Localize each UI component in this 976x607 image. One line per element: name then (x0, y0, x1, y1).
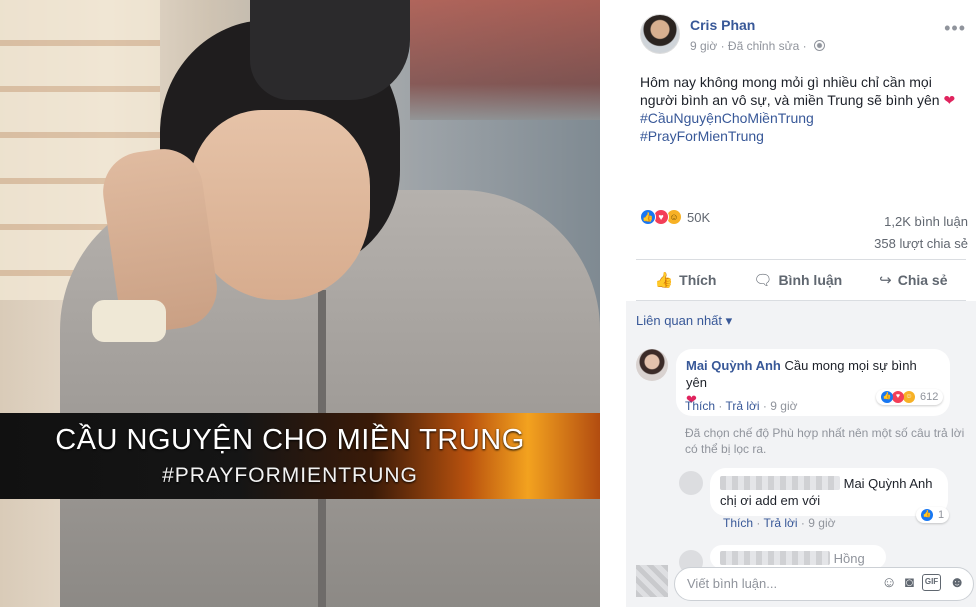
comment-input[interactable] (687, 576, 837, 591)
gif-icon[interactable]: GIF (921, 574, 942, 591)
mentioned-name[interactable]: Mai Quỳnh Anh (844, 476, 933, 491)
share-button[interactable]: ↪ Chia sẻ (879, 271, 947, 289)
reply-time[interactable]: 9 giờ (808, 516, 835, 530)
like-reaction-icon: 👍 (921, 509, 933, 521)
facebook-photo-viewer: CẦU NGUYỆN CHO MIỀN TRUNG #PRAYFORMIENTR… (0, 0, 976, 607)
speech-bubble-icon: 🗨 (753, 272, 773, 289)
sticker-icon[interactable]: ☻ (949, 574, 965, 591)
composer-icons: ☺ ◙ GIF ☻ (881, 574, 965, 591)
comment-composer: ☺ ◙ GIF ☻ (674, 567, 974, 601)
post-time[interactable]: 9 giờ (690, 39, 717, 53)
filter-notice: Đã chọn chế độ Phù hợp nhất nên một số c… (685, 426, 965, 456)
reply-actions: Thích · Trả lời · 9 giờ (723, 516, 836, 530)
post-meta: 9 giờ · Đã chỉnh sửa · (690, 39, 825, 53)
post-actions: 👍 Thích 🗨 Bình luận ↪ Chia sẻ (636, 262, 966, 298)
current-user-avatar-blurred (636, 565, 668, 597)
haha-reaction-icon: ☺ (903, 391, 915, 403)
like-label: Thích (679, 272, 717, 288)
comment-time[interactable]: 9 giờ (770, 399, 797, 413)
blurred-name (720, 551, 830, 565)
like-reaction-icon: 👍 (640, 209, 656, 225)
hashtag-link[interactable]: #CầuNguyệnChoMiềnTrung (640, 109, 970, 127)
reply-bubble-partial: Hồng (710, 545, 886, 569)
commenter-name[interactable]: Mai Quỳnh Anh (686, 358, 781, 373)
comment-label: Bình luận (778, 272, 843, 288)
comment-reply-link[interactable]: Trả lời (725, 399, 759, 413)
reply-reaction-pill[interactable]: 👍 1 (916, 507, 950, 523)
photo-person-watch (92, 300, 166, 342)
engagement-counts: 1,2K bình luận 358 lượt chia sẻ (874, 211, 968, 255)
reply-avatar-blurred[interactable] (679, 471, 703, 495)
hashtag-link[interactable]: #PrayForMienTrung (640, 127, 970, 145)
author-avatar[interactable] (640, 14, 680, 54)
post-side-panel: Cris Phan 9 giờ · Đã chỉnh sửa · ••• Hôm… (626, 0, 976, 607)
comment-sort-dropdown[interactable]: Liên quan nhất ▾ (636, 313, 732, 329)
sort-label: Liên quan nhất (636, 313, 723, 328)
comment-like-link[interactable]: Thích (685, 399, 715, 413)
comment-count[interactable]: 1,2K bình luận (874, 211, 968, 233)
camera-icon[interactable]: ◙ (905, 574, 914, 591)
share-count[interactable]: 358 lượt chia sẻ (874, 233, 968, 255)
smiley-icon[interactable]: ☺ (881, 574, 896, 591)
reply-reaction-count: 1 (938, 509, 945, 521)
thumbs-up-icon: 👍 (654, 272, 674, 289)
like-reaction-icon: 👍 (881, 391, 893, 403)
comment-reaction-count: 612 (920, 391, 939, 403)
post-photo[interactable]: CẦU NGUYỆN CHO MIỀN TRUNG #PRAYFORMIENTR… (0, 0, 600, 607)
reply-reply-link[interactable]: Trả lời (763, 516, 797, 530)
photo-person-beanie (250, 0, 410, 100)
reply-text: chị ơi add em với (720, 493, 821, 508)
reply-like-link[interactable]: Thích (723, 516, 753, 530)
reaction-summary[interactable]: 👍 ♥ ☺ 50K (640, 209, 710, 225)
red-heart-emoji: ❤ (943, 92, 956, 108)
love-reaction-icon: ♥ (892, 391, 904, 403)
share-arrow-icon: ↪ (879, 272, 892, 289)
photo-person-face (190, 110, 370, 300)
photo-banner-hashtag: #PRAYFORMIENTRUNG (162, 464, 418, 487)
post-edited[interactable]: Đã chỉnh sửa (728, 39, 799, 53)
comment-reaction-pill[interactable]: 👍 ♥ ☺ 612 (876, 389, 944, 405)
author-name[interactable]: Cris Phan (690, 17, 755, 33)
share-label: Chia sẻ (897, 272, 948, 288)
pane-gap (600, 0, 626, 607)
photo-banner-title: CẦU NGUYỆN CHO MIỀN TRUNG (55, 424, 525, 456)
post-body: Hôm nay không mong mỏi gì nhiều chỉ cần … (640, 74, 940, 108)
divider (636, 259, 966, 260)
partial-name: Hồng (833, 551, 865, 566)
like-button[interactable]: 👍 Thích (654, 271, 716, 289)
photo-background-wall (410, 0, 600, 120)
reaction-count: 50K (687, 209, 711, 225)
blurred-name (720, 476, 840, 490)
post-text: Hôm nay không mong mỏi gì nhiều chỉ cần … (640, 73, 970, 145)
meta-dot: · (802, 39, 810, 53)
reply-bubble: Mai Quỳnh Anh chị ơi add em với (710, 468, 948, 516)
globe-icon[interactable] (814, 40, 825, 51)
caret-down-icon: ▾ (725, 313, 733, 328)
comment-actions: Thích · Trả lời · 9 giờ (685, 399, 798, 413)
commenter-avatar[interactable] (636, 349, 668, 381)
more-horizontal-icon[interactable]: ••• (944, 18, 966, 39)
comment-button[interactable]: 🗨 Bình luận (753, 271, 842, 289)
meta-dot: · (720, 39, 728, 53)
